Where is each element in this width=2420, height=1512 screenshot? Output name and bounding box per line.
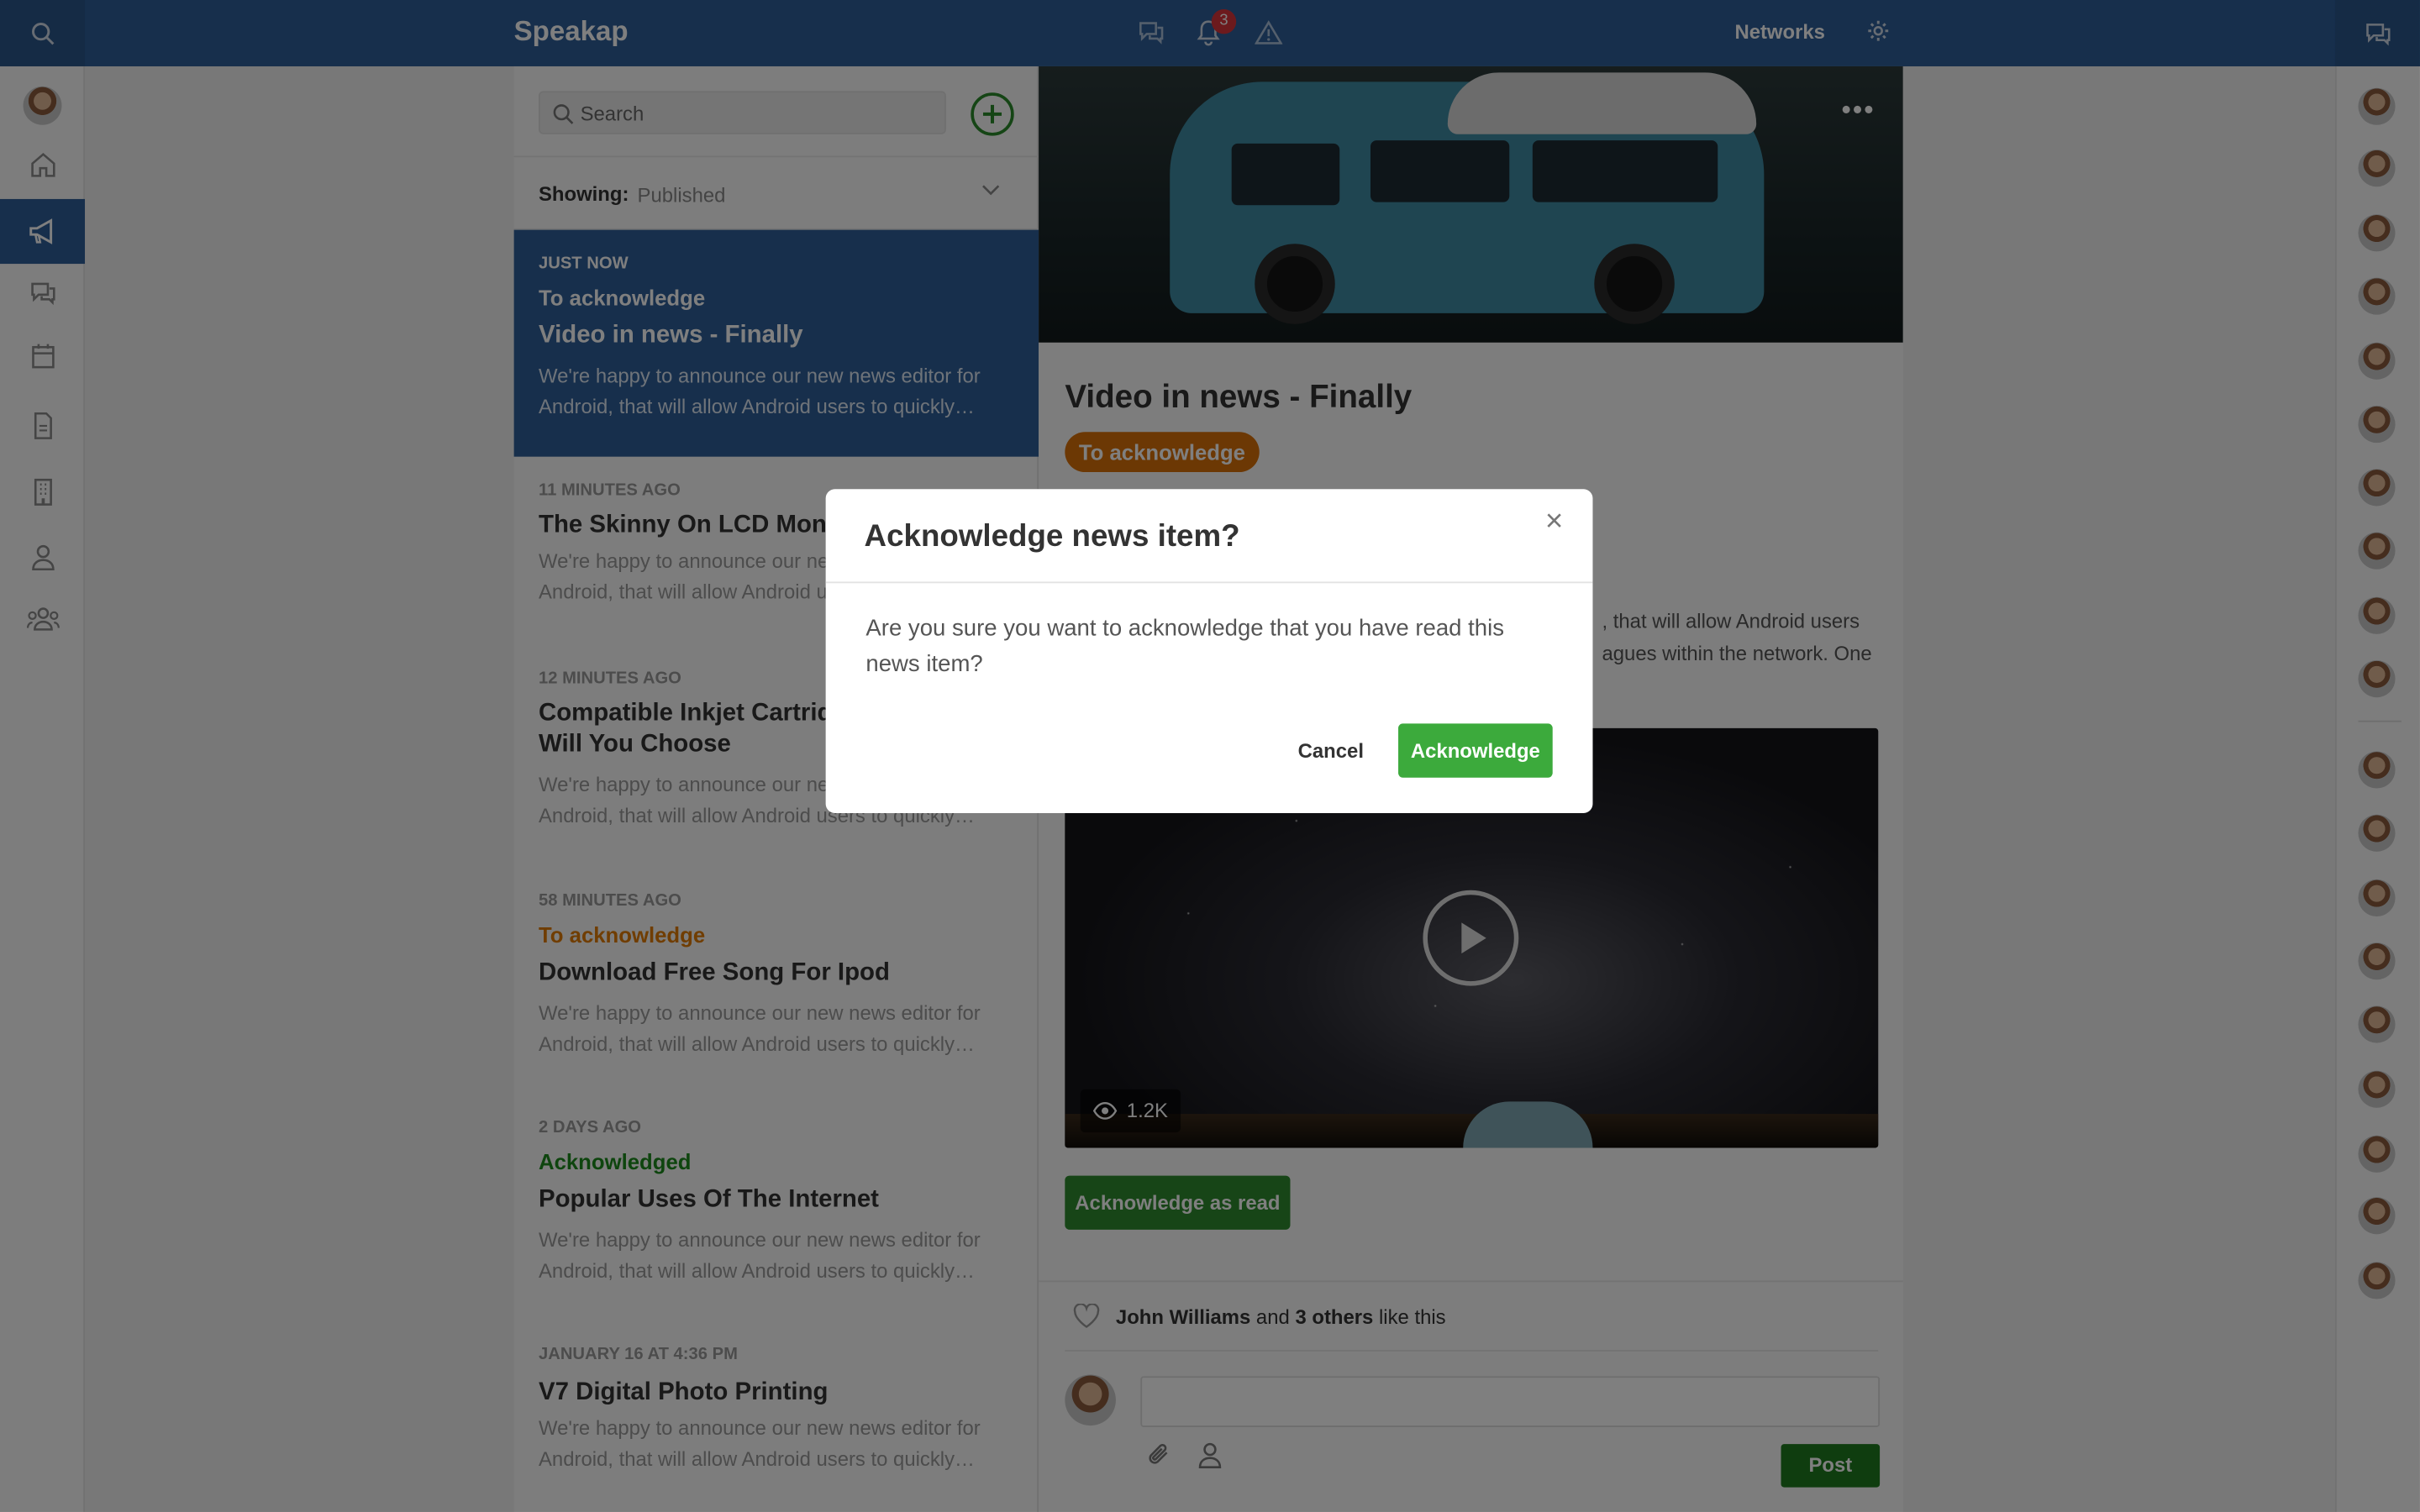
dialog-message: Are you sure you want to acknowledge tha… xyxy=(865,615,1505,678)
close-icon[interactable]: × xyxy=(1537,505,1570,538)
acknowledge-dialog: Acknowledge news item? × Are you sure yo… xyxy=(825,489,1593,813)
dialog-title: Acknowledge news item? xyxy=(864,519,1240,554)
cancel-button[interactable]: Cancel xyxy=(1298,739,1364,763)
acknowledge-button[interactable]: Acknowledge xyxy=(1398,723,1553,778)
app-root: Speakap 3 Networks xyxy=(0,0,2420,1512)
